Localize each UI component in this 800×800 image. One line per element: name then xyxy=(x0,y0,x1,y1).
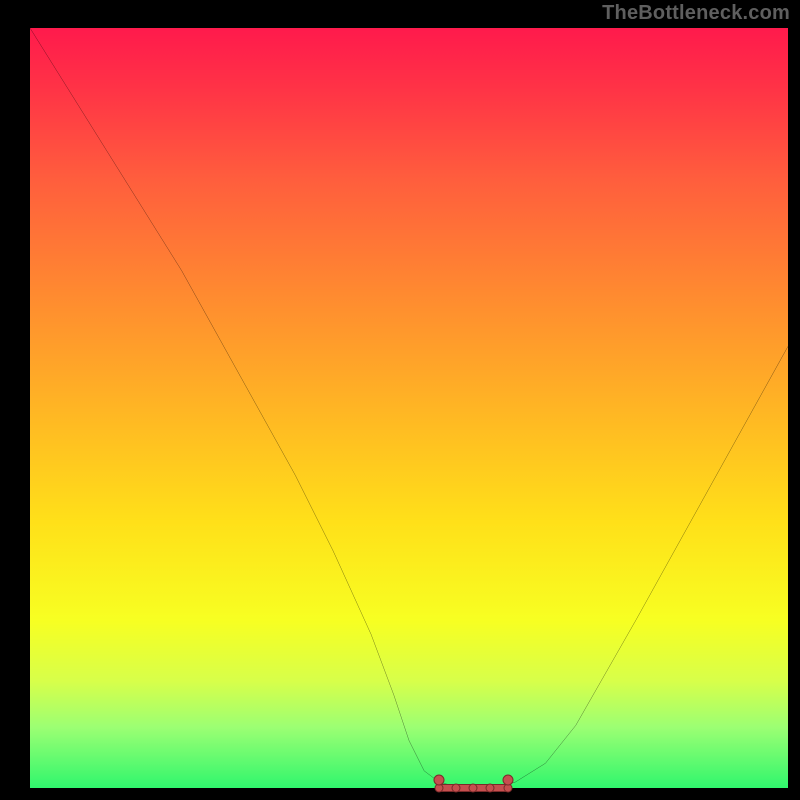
zero-band-dot xyxy=(486,784,495,793)
chart-frame: TheBottleneck.com xyxy=(0,0,800,800)
watermark-text: TheBottleneck.com xyxy=(602,2,790,25)
zero-band-dot xyxy=(469,784,478,793)
zero-band-dot xyxy=(452,784,461,793)
curve-marker xyxy=(434,775,445,786)
plot-area xyxy=(30,28,788,788)
curve-layer xyxy=(30,28,788,786)
curve-marker xyxy=(502,775,513,786)
bottleneck-curve xyxy=(30,28,788,786)
